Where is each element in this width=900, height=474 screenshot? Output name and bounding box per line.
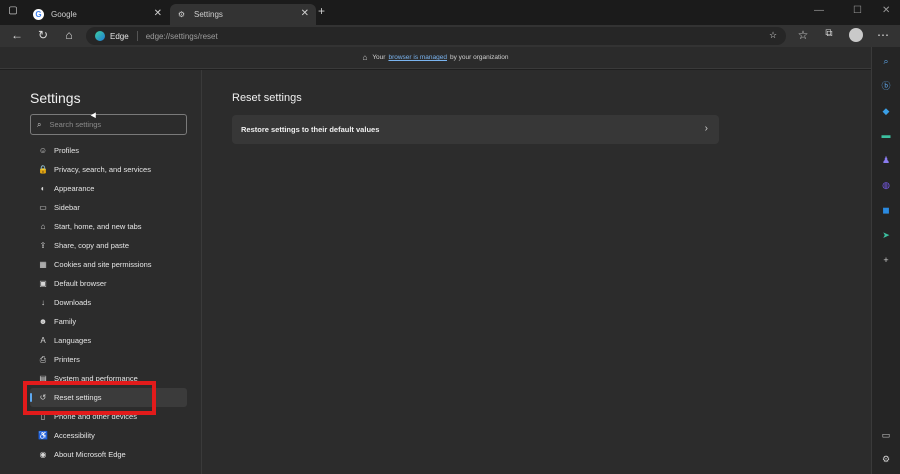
infobar-prefix: Your	[372, 54, 386, 61]
sidebar-item-label: Accessibility	[54, 431, 95, 440]
cookies-icon: ▦	[39, 260, 47, 269]
accessibility-icon: ♿	[38, 431, 48, 440]
tab-label: Google	[51, 10, 77, 19]
new-tab-button[interactable]: +	[318, 4, 325, 18]
share-icon: ⇪	[39, 241, 47, 250]
copilot-icon[interactable]: ◍	[880, 179, 892, 191]
close-window-button[interactable]: ✕	[882, 5, 890, 16]
search-input[interactable]: ⌕ Search settings	[30, 114, 187, 135]
search-icon: ⌕	[37, 119, 42, 129]
people-icon[interactable]: ♟	[880, 154, 892, 166]
gear-icon: ⚙	[177, 10, 186, 19]
toolbar: ← ↻ ⌂ Edge edge://settings/reset ☆ ☆ ⧉ ⋯	[0, 25, 900, 47]
back-arrow-icon[interactable]: ←	[10, 28, 24, 42]
sidebar-item-sidebar[interactable]: ▭ Sidebar	[30, 198, 187, 217]
sidebar-item-label: Default browser	[54, 279, 107, 288]
sidebar-item-family[interactable]: ☻ Family	[30, 312, 187, 331]
sidebar-item-privacy[interactable]: 🔒 Privacy, search, and services	[30, 160, 187, 179]
tab-label: Settings	[194, 10, 223, 19]
tab-actions-icon[interactable]: ▢	[6, 5, 20, 16]
search-icon[interactable]: ⌕	[880, 55, 892, 67]
sidebar-item-label: Share, copy and paste	[54, 241, 130, 250]
home-icon[interactable]: ⌂	[62, 28, 76, 42]
sidebar-item-label: Downloads	[54, 298, 92, 307]
section-title: Reset settings	[232, 92, 302, 104]
sidebar-item-start-home[interactable]: ⌂ Start, home, and new tabs	[30, 217, 187, 236]
sidebar-icon: ▭	[39, 203, 47, 212]
profiles-icon: ☺	[38, 146, 48, 155]
site-identity: Edge	[110, 31, 129, 41]
restore-defaults-button[interactable]: Restore settings to their default values…	[232, 115, 719, 144]
outlook-icon[interactable]: ◼	[880, 204, 892, 216]
sidebar-item-label: Appearance	[54, 184, 95, 193]
sidebar-item-label: Privacy, search, and services	[54, 165, 151, 174]
appearance-icon: ◐	[40, 184, 46, 193]
sidebar-item-accessibility[interactable]: ♿ Accessibility	[30, 426, 187, 445]
edge-icon: ◉	[39, 450, 47, 459]
sidebar-item-share[interactable]: ⇪ Share, copy and paste	[30, 236, 187, 255]
sidebar-item-downloads[interactable]: ↓ Downloads	[30, 293, 187, 312]
privacy-icon: 🔒	[38, 165, 48, 174]
gear-icon[interactable]: ⚙	[880, 453, 892, 465]
collections-icon[interactable]: ⧉	[822, 28, 836, 39]
minimize-button[interactable]: —	[814, 5, 824, 16]
family-icon: ☻	[38, 317, 48, 326]
sidebar-item-label: Sidebar	[54, 203, 80, 212]
sidebar-toggle-icon[interactable]: ▭	[880, 429, 892, 441]
briefcase-icon: ⌂	[362, 53, 368, 62]
chevron-right-icon: ›	[704, 123, 708, 134]
home-icon: ⌂	[40, 222, 46, 231]
sidebar-item-label: About Microsoft Edge	[54, 450, 126, 459]
page-title: Settings	[30, 90, 81, 106]
sidebar-item-appearance[interactable]: ◐ Appearance	[30, 179, 187, 198]
sidebar-item-label: Languages	[54, 336, 92, 345]
managed-infobar: ⌂ Your browser is managed by your organi…	[0, 47, 871, 69]
google-icon: G	[33, 9, 44, 20]
edge-logo-icon	[95, 31, 105, 41]
sidebar-item-printers[interactable]: ⎙ Printers	[30, 350, 187, 369]
search-placeholder: Search settings	[49, 120, 102, 129]
sidebar-item-label: Cookies and site permissions	[54, 260, 152, 269]
refresh-icon[interactable]: ↻	[36, 28, 50, 42]
main-content: Reset settings Restore settings to their…	[202, 70, 871, 474]
sidebar-item-label: Start, home, and new tabs	[54, 222, 142, 231]
edge-sidebar: ⌕ ⓑ ◆ ▬ ♟ ◍ ◼ ➤ + ▭ ⚙	[871, 47, 900, 474]
favorites-icon[interactable]: ☆	[796, 28, 810, 42]
close-tab-icon[interactable]: ✕	[301, 8, 309, 19]
sidebar-item-label: Profiles	[54, 146, 80, 155]
avatar[interactable]	[849, 28, 863, 42]
sidebar-item-label: Printers	[54, 355, 80, 364]
card-label: Restore settings to their default values	[241, 125, 380, 134]
languages-icon: A	[40, 336, 46, 345]
infobar-suffix: by your organization	[449, 54, 509, 61]
settings-nav: ☺ Profiles 🔒 Privacy, search, and services…	[30, 141, 187, 464]
add-icon[interactable]: +	[880, 254, 892, 266]
tag-icon[interactable]: ◆	[880, 105, 892, 117]
default-browser-icon: ▣	[39, 279, 47, 288]
address-bar[interactable]: Edge edge://settings/reset	[86, 27, 786, 45]
managed-link[interactable]: browser is managed	[388, 54, 447, 61]
maximize-button[interactable]: ☐	[853, 5, 862, 16]
divider	[136, 31, 138, 41]
toolbox-icon[interactable]: ▬	[880, 129, 892, 141]
highlight-box	[23, 381, 156, 415]
favorite-star-icon[interactable]: ☆	[766, 30, 780, 41]
tab-google[interactable]: G Google ✕	[27, 4, 169, 25]
bing-icon[interactable]: ⓑ	[880, 80, 892, 92]
tab-settings[interactable]: ⚙ Settings ✕	[170, 4, 316, 25]
send-icon[interactable]: ➤	[880, 229, 892, 241]
sidebar-item-about[interactable]: ◉ About Microsoft Edge	[30, 445, 187, 464]
download-icon: ↓	[41, 298, 45, 307]
sidebar-item-profiles[interactable]: ☺ Profiles	[30, 141, 187, 160]
url-text[interactable]: edge://settings/reset	[146, 32, 218, 41]
close-tab-icon[interactable]: ✕	[154, 8, 162, 19]
more-options-icon[interactable]: ⋯	[876, 28, 890, 42]
sidebar-item-default-browser[interactable]: ▣ Default browser	[30, 274, 187, 293]
sidebar-item-label: Family	[54, 317, 77, 326]
sidebar-item-cookies[interactable]: ▦ Cookies and site permissions	[30, 255, 187, 274]
printer-icon: ⎙	[39, 354, 47, 364]
sidebar-item-languages[interactable]: A Languages	[30, 331, 187, 350]
tab-strip: ▢ G Google ✕ ⚙ Settings ✕ + — ☐ ✕	[0, 0, 900, 25]
